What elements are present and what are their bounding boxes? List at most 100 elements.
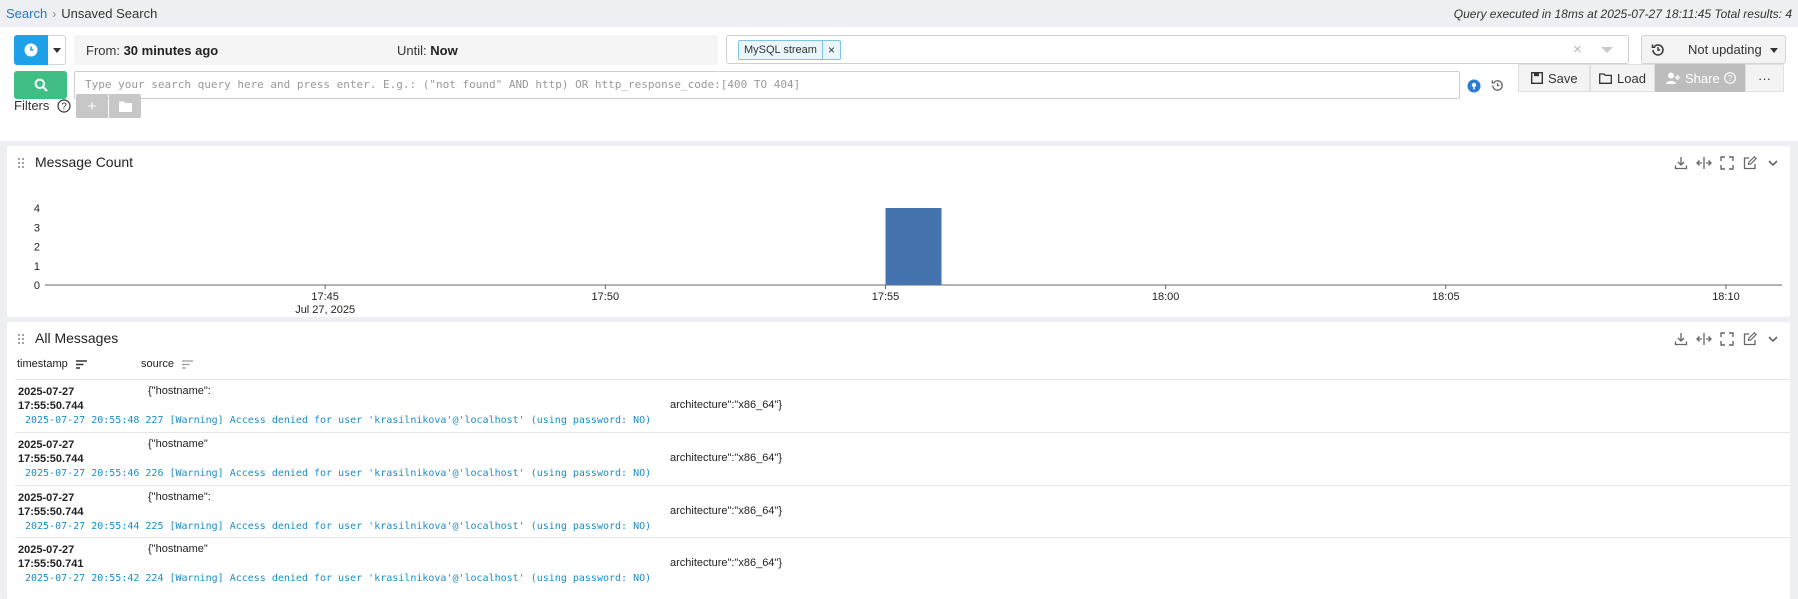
user-plus-icon: [1666, 72, 1680, 84]
search-button[interactable]: [14, 71, 67, 99]
stream-select[interactable]: MySQL stream × ×: [726, 35, 1629, 64]
from-range: From: 30 minutes ago: [86, 43, 218, 58]
y-tick-label: 0: [34, 280, 40, 292]
stream-chip: MySQL stream ×: [738, 40, 841, 60]
query-help-icon[interactable]: [1467, 79, 1481, 93]
row-time: 17:55:50.744: [18, 453, 84, 465]
row-source-start: {"hostname": [148, 438, 208, 450]
chevron-down-icon[interactable]: [1601, 47, 1613, 53]
source-column-label: source: [141, 358, 175, 370]
table-row[interactable]: 2025-07-27 17:55:50.744 {"hostname": arch…: [15, 485, 1790, 538]
share-label: Share: [1685, 70, 1720, 86]
stream-chip-remove[interactable]: ×: [821, 41, 840, 59]
query-info: Query executed in 18ms at 2025-07-27 18:…: [1453, 6, 1792, 21]
x-tick-label: 17:55: [872, 291, 900, 303]
add-filter-button[interactable]: +: [76, 94, 108, 118]
widget-actions: [1672, 154, 1781, 171]
filter-folder-button[interactable]: [109, 94, 141, 118]
stream-chip-label: MySQL stream: [744, 44, 817, 56]
row-message: 2025-07-27 20:55:48 227 [Warning] Access…: [25, 415, 652, 426]
x-tick-label: 18:10: [1712, 291, 1740, 303]
time-picker-dropdown[interactable]: [48, 35, 66, 65]
clear-icon[interactable]: ×: [1573, 41, 1582, 58]
table-row[interactable]: 2025-07-27 17:55:50.744 {"hostname" archi…: [15, 432, 1790, 485]
refresh-label: Not updating: [1688, 42, 1762, 57]
save-button[interactable]: Save: [1518, 64, 1590, 92]
row-source-end: architecture":"x86_64"}: [670, 557, 783, 569]
from-label: From:: [86, 42, 120, 58]
x-date-label: Jul 27, 2025: [295, 304, 355, 316]
expand-columns-icon[interactable]: [1695, 330, 1712, 347]
bar: [885, 208, 942, 285]
row-message: 2025-07-27 20:55:46 226 [Warning] Access…: [25, 468, 652, 479]
until-value: Now: [430, 42, 458, 58]
svg-text:?: ?: [1727, 74, 1732, 83]
source-column-header[interactable]: source: [141, 358, 194, 370]
x-tick-label: 17:45: [311, 291, 339, 303]
all-messages-widget: All Messages timestamp source 2025-07-27…: [7, 322, 1790, 599]
search-icon: [34, 78, 48, 92]
row-source-start: {"hostname": [148, 543, 208, 555]
chevron-down-icon[interactable]: [1764, 330, 1781, 347]
download-icon[interactable]: [1672, 330, 1689, 347]
time-picker-button[interactable]: [14, 35, 48, 65]
row-date: 2025-07-27: [18, 439, 75, 451]
chevron-down-icon: [52, 47, 61, 53]
row-date: 2025-07-27: [18, 492, 75, 504]
svg-text:?: ?: [61, 102, 67, 113]
y-tick-label: 4: [34, 203, 40, 215]
fullscreen-icon[interactable]: [1718, 154, 1735, 171]
sort-icon[interactable]: [182, 359, 194, 369]
search-query-input[interactable]: Type your search query here and press en…: [74, 71, 1460, 99]
refresh-clock-icon: [1651, 44, 1664, 56]
download-icon[interactable]: [1672, 154, 1689, 171]
row-source-end: architecture":"x86_64"}: [670, 505, 783, 517]
expand-columns-icon[interactable]: [1695, 154, 1712, 171]
load-button[interactable]: Load: [1590, 64, 1655, 92]
row-time: 17:55:50.744: [18, 506, 84, 518]
y-tick-label: 2: [34, 242, 40, 254]
edit-icon[interactable]: [1741, 154, 1758, 171]
until-range: Until: Now: [397, 43, 458, 58]
breadcrumb-search-link[interactable]: Search: [6, 6, 47, 21]
row-source-start: {"hostname":: [148, 491, 211, 503]
x-tick-label: 17:50: [592, 291, 620, 303]
sort-icon[interactable]: [75, 359, 87, 369]
widget-title: All Messages: [35, 330, 119, 346]
from-value: 30 minutes ago: [123, 42, 219, 58]
filters-label: Filters: [14, 98, 50, 113]
row-message: 2025-07-27 20:55:42 224 [Warning] Access…: [25, 573, 652, 584]
x-tick-label: 18:05: [1432, 291, 1460, 303]
chevron-down-icon[interactable]: [1764, 154, 1781, 171]
messages-table-header: timestamp source: [17, 358, 194, 370]
y-tick-label: 3: [34, 222, 40, 234]
fullscreen-icon[interactable]: [1718, 330, 1735, 347]
drag-handle-icon[interactable]: [17, 333, 25, 345]
search-panel: From: 30 minutes ago Until: Now MySQL st…: [0, 27, 1798, 141]
edit-icon[interactable]: [1741, 330, 1758, 347]
filters-help-icon[interactable]: ?: [57, 99, 71, 113]
table-row[interactable]: 2025-07-27 17:55:50.744 {"hostname": arch…: [15, 379, 1790, 432]
history-icon[interactable]: [1490, 78, 1505, 93]
save-icon: [1531, 72, 1543, 84]
drag-handle-icon[interactable]: [17, 157, 25, 169]
share-button[interactable]: Share ?: [1655, 64, 1745, 92]
message-count-widget: Message Count 0 1 2 3 4 17:45 Jul 27, 2025 17:5…: [7, 146, 1790, 317]
timestamp-column-header[interactable]: timestamp: [17, 358, 141, 370]
clock-icon: [24, 43, 38, 57]
folder-icon: [118, 101, 132, 112]
table-row[interactable]: 2025-07-27 17:55:50.741 {"hostname" archi…: [15, 537, 1790, 590]
time-range-display[interactable]: From: 30 minutes ago Until: Now: [74, 35, 718, 65]
row-source-end: architecture":"x86_64"}: [670, 452, 783, 464]
breadcrumb-current: Unsaved Search: [61, 6, 158, 21]
breadcrumb-separator: ›: [52, 6, 57, 21]
folder-icon: [1599, 72, 1612, 84]
row-date: 2025-07-27: [18, 544, 75, 556]
more-actions-button[interactable]: ···: [1745, 64, 1784, 92]
row-timestamp: 2025-07-27 17:55:50.744: [18, 491, 128, 519]
refresh-dropdown[interactable]: Not updating: [1641, 35, 1786, 64]
row-message: 2025-07-27 20:55:44 225 [Warning] Access…: [25, 521, 652, 532]
row-date: 2025-07-27: [18, 386, 75, 398]
y-tick-label: 1: [34, 261, 40, 273]
share-help-icon: ?: [1723, 72, 1736, 84]
